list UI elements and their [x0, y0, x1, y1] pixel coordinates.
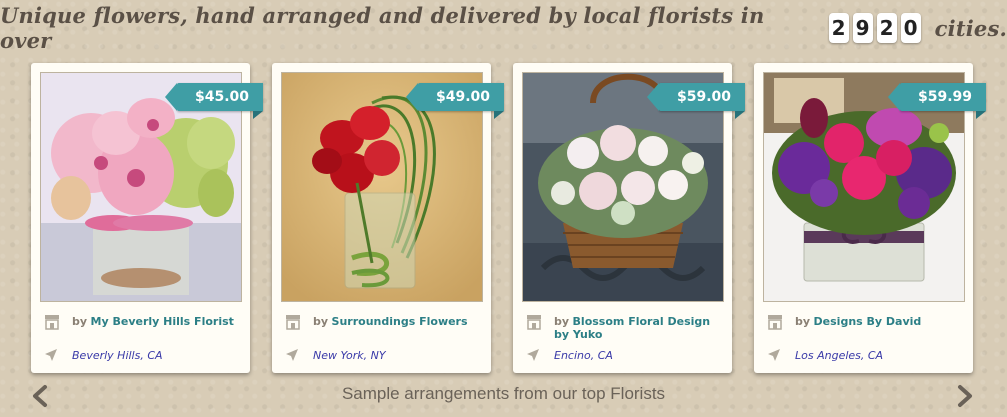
counter-digit: 9	[852, 13, 873, 43]
florist-link[interactable]: Blossom Floral Design by Yuko	[554, 315, 710, 341]
store-icon	[45, 315, 59, 330]
store-icon	[768, 315, 782, 330]
arrangement-card[interactable]: $59.00 by Blossom Floral Design by Yuko …	[513, 63, 746, 373]
counter-digit: 2	[876, 13, 897, 43]
florist-link[interactable]: Surroundings Flowers	[332, 315, 468, 328]
florist-link[interactable]: Designs By David	[814, 315, 922, 328]
chevron-right-icon[interactable]	[955, 384, 975, 408]
price-tag: $49.00	[405, 83, 505, 119]
location-arrow-icon	[286, 349, 298, 361]
by-label: by	[795, 315, 811, 328]
city-link[interactable]: Encino, CA	[554, 349, 613, 362]
city-link[interactable]: New York, NY	[313, 349, 386, 362]
city-link[interactable]: Los Angeles, CA	[795, 349, 883, 362]
arrangement-card[interactable]: $49.00 by Surroundings Flowers New York,…	[272, 63, 505, 373]
arrangement-carousel: $45.00 by My Beverly Hills Florist Bever…	[31, 63, 987, 373]
city-link[interactable]: Beverly Hills, CA	[72, 349, 163, 362]
florist-byline: by Surroundings Flowers	[313, 315, 483, 328]
store-icon	[527, 315, 541, 330]
price-tag: $59.00	[646, 83, 746, 119]
headline-prefix: Unique flowers, hand arranged and delive…	[0, 3, 765, 53]
arrangement-card[interactable]: $45.00 by My Beverly Hills Florist Bever…	[31, 63, 264, 373]
florist-byline: by Blossom Floral Design by Yuko	[554, 315, 724, 341]
arrangement-card[interactable]: $59.99 by Designs By David Los Angeles, …	[754, 63, 987, 373]
location-arrow-icon	[45, 349, 57, 361]
price-tag: $59.99	[887, 83, 987, 119]
by-label: by	[554, 315, 570, 328]
florist-byline: by Designs By David	[795, 315, 965, 328]
price-tag: $45.00	[164, 83, 264, 119]
counter-digit: 0	[900, 13, 921, 43]
headline-suffix: cities.	[934, 15, 1007, 41]
by-label: by	[72, 315, 88, 328]
carousel-caption: Sample arrangements from our top Florist…	[341, 384, 666, 403]
location-arrow-icon	[768, 349, 780, 361]
by-label: by	[313, 315, 329, 328]
location-arrow-icon	[527, 349, 539, 361]
headline: Unique flowers, hand arranged and delive…	[0, 3, 1007, 53]
florist-link[interactable]: My Beverly Hills Florist	[91, 315, 234, 328]
city-counter: 2 9 2 0	[828, 13, 921, 43]
florist-byline: by My Beverly Hills Florist	[72, 315, 242, 328]
store-icon	[286, 315, 300, 330]
counter-digit: 2	[828, 13, 849, 43]
